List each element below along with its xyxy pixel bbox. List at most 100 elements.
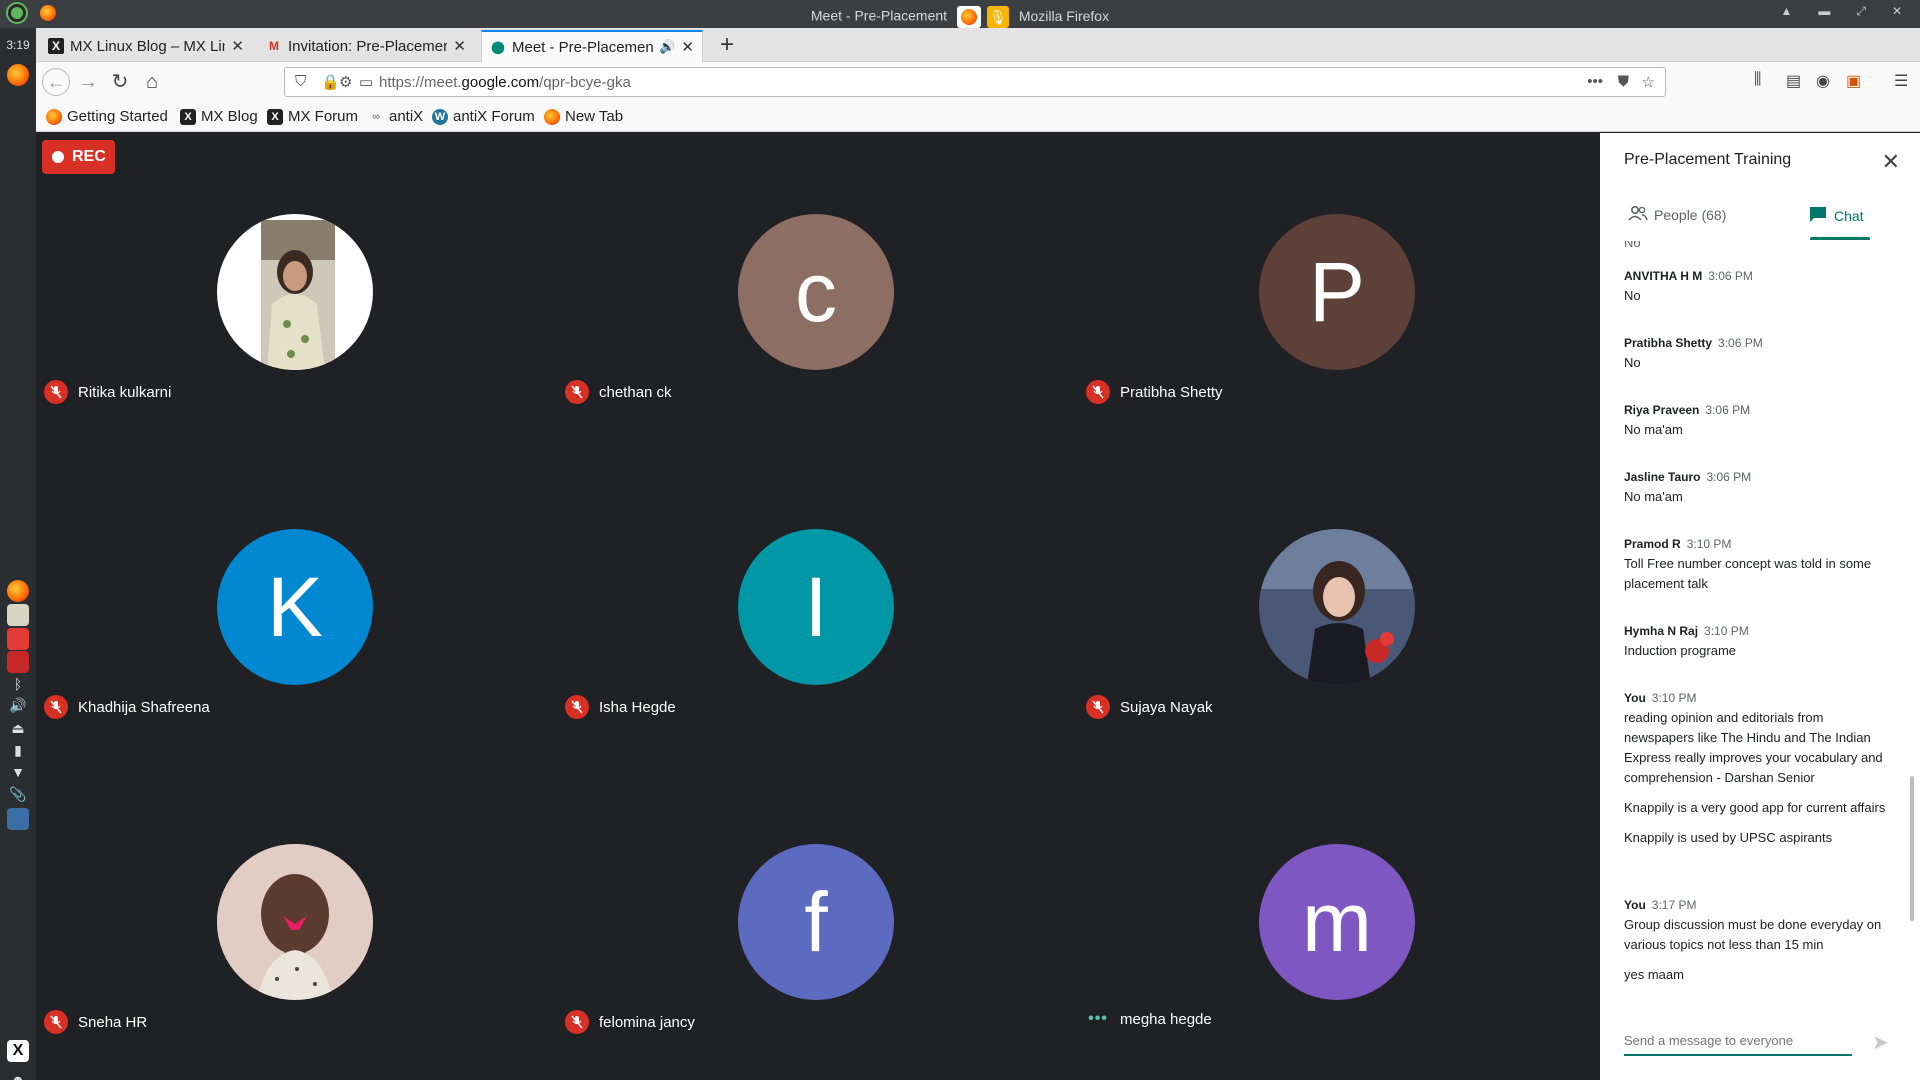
home-button[interactable]: ⌂: [140, 70, 164, 94]
account-icon[interactable]: ◉: [1816, 71, 1830, 91]
send-icon[interactable]: ➤: [1872, 1030, 1889, 1055]
bookmark-label: antiX: [389, 108, 424, 125]
close-tab-icon[interactable]: ✕: [453, 37, 466, 55]
bookmark-mx-blog[interactable]: X MX Blog: [180, 108, 258, 125]
message-text: No: [1624, 355, 1641, 370]
participant-tile[interactable]: m ••• megha hegde: [1078, 763, 1598, 1078]
volume-icon[interactable]: 🔊: [7, 697, 29, 719]
screen: Meet - Pre-Placement 🎙 Mozilla Firefox ▲…: [0, 0, 1920, 1080]
message-sender: Pratibha Shetty: [1624, 336, 1713, 350]
library-icon[interactable]: ⫼: [1754, 71, 1761, 89]
participant-tile[interactable]: c chethan ck: [557, 133, 1077, 448]
tab-title: Invitation: Pre-Placement: [288, 37, 448, 55]
message-sender: Riya Praveen: [1624, 403, 1700, 417]
chat-message: Pratibha Shetty 3:06 PM No: [1624, 333, 1896, 373]
tab-people-label: People (68): [1654, 206, 1727, 223]
x-icon: X: [267, 108, 283, 125]
pocket-icon[interactable]: ⛊: [1618, 73, 1629, 90]
participant-tile[interactable]: Ritika kulkarni: [36, 133, 556, 448]
close-icon[interactable]: ✕: [1882, 149, 1900, 175]
message-input[interactable]: [1624, 1026, 1852, 1054]
tab-people[interactable]: People (68): [1628, 205, 1726, 224]
participant-tile[interactable]: f felomina jancy: [557, 763, 1077, 1078]
sidebar-icon[interactable]: ▤: [1786, 71, 1801, 91]
permissions-icon[interactable]: ⚙: [339, 73, 352, 91]
active-firefox-icon[interactable]: [7, 808, 29, 830]
participant-name: chethan ck: [565, 380, 672, 404]
message-text: No ma'am: [1624, 422, 1683, 437]
url-text[interactable]: https://meet.google.com/qpr-bcye-gka: [379, 74, 631, 91]
mic-off-icon: [565, 380, 589, 404]
x-icon: X: [48, 38, 64, 54]
new-tab-button[interactable]: +: [720, 31, 734, 59]
clip-icon[interactable]: 📎: [7, 786, 29, 808]
mx-logo-icon[interactable]: X: [7, 1040, 29, 1062]
message-time: 3:17 PM: [1651, 898, 1697, 912]
message-sender: Jasline Tauro: [1624, 470, 1701, 484]
chat-scrollbar[interactable]: [1910, 241, 1914, 1021]
address-bar[interactable]: ⛉ 🔒 ⚙ ▭ https://meet.google.com/qpr-bcye…: [284, 67, 1666, 97]
participant-tile[interactable]: Sneha HR: [36, 763, 556, 1078]
window-close-icon[interactable]: ✕: [1892, 4, 1902, 19]
participant-name: Sujaya Nayak: [1086, 695, 1213, 719]
bookmark-antix[interactable]: ∞ antiX: [368, 108, 423, 125]
message-sender: ANVITHA H M: [1624, 269, 1703, 283]
participant-tile[interactable]: I Isha Hegde: [557, 448, 1077, 763]
update-icon[interactable]: [7, 628, 29, 650]
power-icon[interactable]: ☻: [7, 1072, 29, 1080]
reload-button[interactable]: ↻: [108, 70, 132, 94]
extension-icon[interactable]: ▣: [1846, 71, 1861, 91]
firefox-launcher-icon[interactable]: [7, 580, 29, 602]
message-text: No: [1624, 288, 1641, 303]
shield-icon[interactable]: ⛉: [295, 73, 306, 90]
participant-name-text: Sujaya Nayak: [1120, 698, 1213, 716]
message-time: 3:06 PM: [1706, 470, 1752, 484]
speaker-icon[interactable]: 🔊: [659, 39, 675, 55]
message-time: 3:10 PM: [1651, 691, 1697, 705]
bookmark-label: antiX Forum: [453, 108, 535, 125]
window-shade-icon[interactable]: ▲: [1780, 4, 1792, 19]
people-icon: [1628, 205, 1648, 224]
bookmark-new-tab[interactable]: New Tab: [544, 108, 623, 125]
close-tab-icon[interactable]: ✕: [231, 37, 244, 55]
message-list[interactable]: No ANVITHA H M 3:06 PM No Pratibha Shetty…: [1600, 241, 1920, 1021]
page-actions-icon[interactable]: •••: [1587, 73, 1603, 90]
tab-meet[interactable]: ⬤ Meet - Pre-Placement 🔊 ✕: [481, 30, 703, 62]
menu-icon[interactable]: ☰: [1894, 71, 1908, 91]
close-tab-icon[interactable]: ✕: [681, 38, 694, 56]
back-button[interactable]: ←: [42, 68, 70, 96]
firefox-icon[interactable]: [7, 64, 29, 86]
tab-title: Meet - Pre-Placement: [512, 38, 654, 56]
bluetooth-icon[interactable]: ᛒ: [7, 676, 29, 698]
tab-mx-blog[interactable]: X MX Linux Blog – MX Linux ✕: [40, 30, 252, 62]
bookmark-getting-started[interactable]: Getting Started: [46, 108, 168, 125]
file-manager-icon[interactable]: [7, 604, 29, 626]
chat-panel: Pre-Placement Training ✕ People (68) Cha…: [1600, 133, 1920, 1080]
bookmark-antix-forum[interactable]: W antiX Forum: [432, 108, 535, 125]
participant-tile[interactable]: K Khadhija Shafreena: [36, 448, 556, 763]
participant-tile[interactable]: P Pratibha Shetty: [1078, 133, 1598, 448]
participant-tile[interactable]: Sujaya Nayak: [1078, 448, 1598, 763]
bookmark-label: MX Forum: [288, 108, 359, 125]
tab-invitation[interactable]: M Invitation: Pre-Placement ✕: [258, 30, 474, 62]
wordpress-icon: W: [432, 108, 448, 125]
forward-button[interactable]: →: [76, 70, 100, 94]
lock-icon[interactable]: 🔒: [321, 73, 340, 91]
package-manager-icon[interactable]: [7, 651, 29, 673]
window-minimize-icon[interactable]: ▬: [1818, 4, 1830, 19]
window-title-text: Meet - Pre-Placement: [810, 7, 948, 24]
participant-name: ••• megha hegde: [1086, 1010, 1212, 1028]
camera-blocked-icon[interactable]: ▭: [359, 73, 373, 91]
participant-name: Ritika kulkarni: [44, 380, 171, 404]
tab-chat[interactable]: Chat: [1808, 205, 1864, 226]
participant-name-text: megha hegde: [1120, 1010, 1212, 1028]
scroll-thumb[interactable]: [1910, 776, 1914, 921]
network-icon[interactable]: ▼: [7, 764, 29, 786]
battery-icon[interactable]: ▮: [7, 742, 29, 764]
eject-icon[interactable]: ⏏: [7, 720, 29, 742]
message-text: Group discussion must be done everyday o…: [1624, 917, 1882, 952]
bookmark-mx-forum[interactable]: X MX Forum: [267, 108, 358, 125]
window-maximize-icon[interactable]: ⤢: [1856, 4, 1866, 19]
bookmark-star-icon[interactable]: ☆: [1642, 73, 1655, 91]
antix-icon: ∞: [372, 110, 380, 123]
